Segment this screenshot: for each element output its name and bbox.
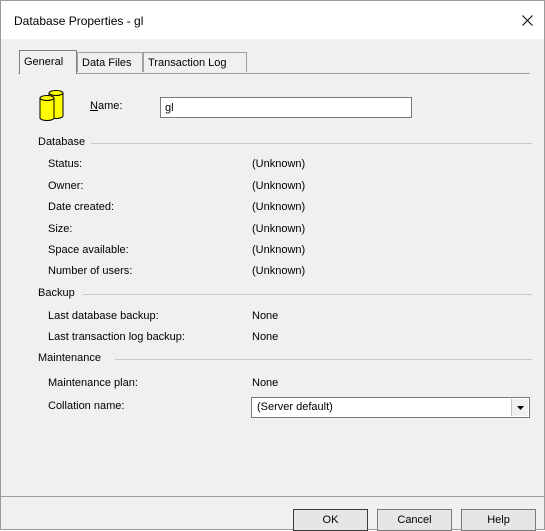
last-database-backup-label: Last database backup: bbox=[48, 310, 159, 322]
maintenance-plan-value: None bbox=[252, 377, 279, 389]
help-button[interactable]: Help bbox=[461, 509, 536, 531]
tab-data-files-label: Data Files bbox=[82, 57, 132, 69]
database-group-line bbox=[91, 143, 532, 144]
close-icon bbox=[521, 14, 533, 26]
chevron-down-icon bbox=[516, 405, 524, 410]
backup-group-line bbox=[83, 294, 532, 295]
tab-general[interactable]: General bbox=[19, 50, 77, 74]
general-tab-panel bbox=[18, 73, 530, 494]
owner-label: Owner: bbox=[48, 180, 84, 192]
tab-general-label: General bbox=[24, 56, 64, 68]
tab-transaction-log-label: Transaction Log bbox=[148, 57, 227, 69]
last-transaction-log-backup-label: Last transaction log backup: bbox=[48, 331, 185, 343]
last-database-backup-value: None bbox=[252, 310, 279, 322]
database-icon bbox=[39, 90, 64, 121]
footer-divider bbox=[1, 496, 544, 497]
collation-select[interactable]: (Server default) bbox=[251, 397, 530, 418]
database-properties-dialog: Database Properties - gl General Data Fi… bbox=[0, 0, 545, 531]
size-value: (Unknown) bbox=[252, 223, 306, 235]
collation-name-label: Collation name: bbox=[48, 400, 125, 412]
tab-transaction-log[interactable]: Transaction Log bbox=[143, 52, 247, 72]
tab-data-files[interactable]: Data Files bbox=[77, 52, 143, 72]
number-of-users-value: (Unknown) bbox=[252, 265, 306, 277]
space-available-value: (Unknown) bbox=[252, 244, 306, 256]
name-label: Name: bbox=[90, 100, 123, 112]
ok-button[interactable]: OK bbox=[293, 509, 368, 531]
cancel-button[interactable]: Cancel bbox=[377, 509, 452, 531]
status-label: Status: bbox=[48, 158, 83, 170]
status-value: (Unknown) bbox=[252, 158, 306, 170]
window-title: Database Properties - gl bbox=[14, 14, 144, 28]
database-group-title: Database bbox=[38, 136, 86, 148]
date-created-label: Date created: bbox=[48, 201, 115, 213]
last-transaction-log-backup-value: None bbox=[252, 331, 279, 343]
size-label: Size: bbox=[48, 223, 73, 235]
maintenance-group-line bbox=[115, 359, 532, 360]
backup-group-title: Backup bbox=[38, 287, 75, 299]
title-bar: Database Properties - gl bbox=[1, 1, 544, 39]
owner-value: (Unknown) bbox=[252, 180, 306, 192]
close-button[interactable] bbox=[510, 1, 544, 39]
collation-selected-value: (Server default) bbox=[257, 401, 333, 413]
number-of-users-label: Number of users: bbox=[48, 265, 133, 277]
date-created-value: (Unknown) bbox=[252, 201, 306, 213]
space-available-label: Space available: bbox=[48, 244, 129, 256]
name-input[interactable] bbox=[160, 97, 412, 118]
dropdown-arrow-button[interactable] bbox=[511, 399, 528, 416]
maintenance-plan-label: Maintenance plan: bbox=[48, 377, 138, 389]
maintenance-group-title: Maintenance bbox=[38, 352, 101, 364]
